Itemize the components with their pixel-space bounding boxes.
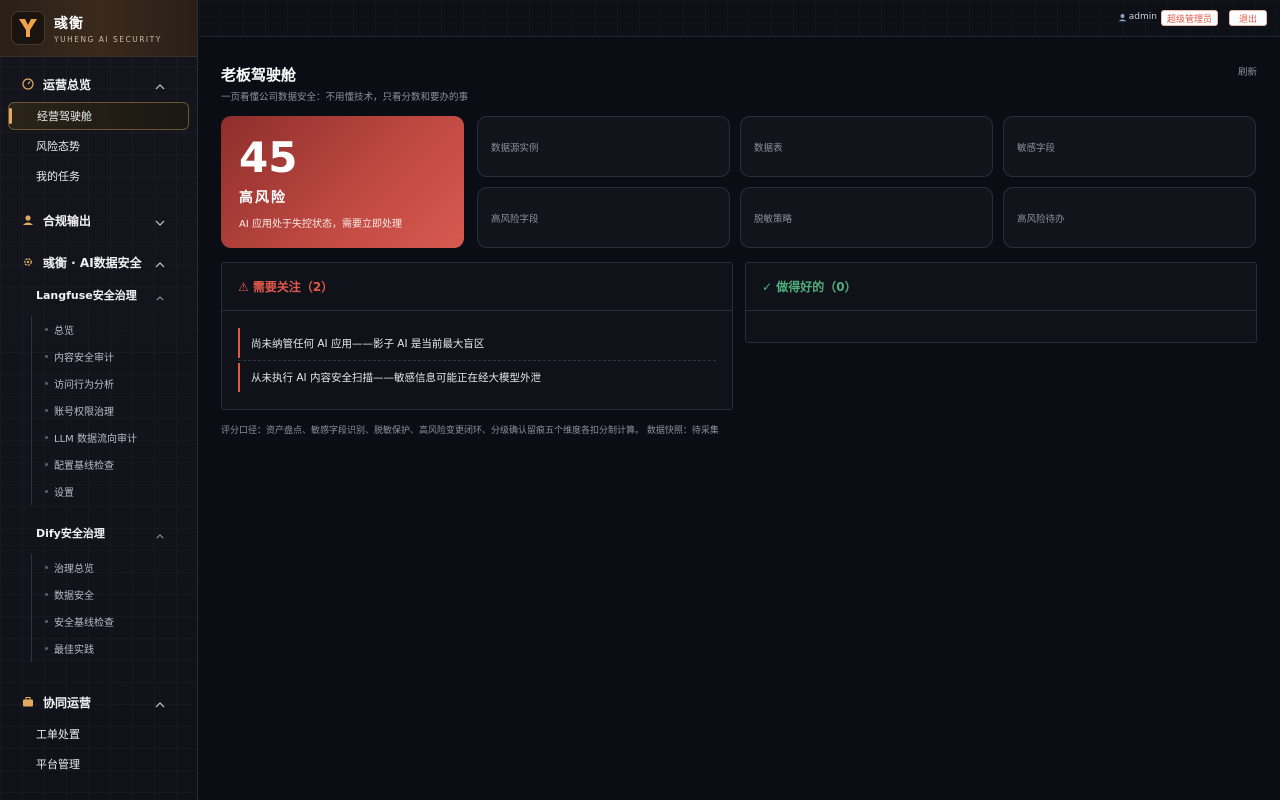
user-icon [1118, 13, 1127, 22]
sidebar: 彧衡 YUHENG AI SECURITY 运营总览 经营驾驶舱 风险态势 我的… [0, 0, 198, 800]
topbar: admin 超级管理员 退出 [199, 0, 1280, 37]
nav-group-label: 合规输出 [43, 213, 92, 228]
risk-level: 高风险 [239, 190, 287, 206]
logout-button[interactable]: 退出 [1229, 10, 1267, 26]
sidebar-item-dify-best-practice[interactable]: 最佳实践 [32, 635, 197, 662]
dify-menu: 治理总览 数据安全 安全基线检查 最佳实践 [31, 554, 197, 662]
attention-title: ⚠ 需要关注（2） [222, 263, 732, 311]
brand-name: 彧衡 [54, 15, 84, 32]
sidebar-item-platform-admin[interactable]: 平台管理 [8, 750, 189, 778]
nav-group-label: 运营总览 [43, 77, 92, 92]
user-icon [22, 214, 34, 226]
sidebar-item-dify-data-security[interactable]: 数据安全 [32, 581, 197, 608]
attention-item[interactable]: 尚未纳管任何 AI 应用——影子 AI 是当前最大盲区 [238, 326, 716, 360]
nav-subgroup-label: Langfuse安全治理 [36, 289, 137, 302]
risk-score-card: 45 高风险 AI 应用处于失控状态，需要立即处理 [221, 116, 464, 248]
nav-group-overview[interactable]: 运营总览 [0, 66, 197, 102]
attention-panel: ⚠ 需要关注（2） 尚未纳管任何 AI 应用——影子 AI 是当前最大盲区 从未… [221, 262, 733, 410]
gauge-icon [22, 78, 34, 90]
chevron-up-icon[interactable] [156, 529, 164, 542]
role-badge: 超级管理员 [1160, 10, 1218, 26]
chevron-up-icon[interactable] [156, 291, 164, 304]
brand-header[interactable]: 彧衡 YUHENG AI SECURITY [0, 0, 197, 57]
attention-item[interactable]: 从未执行 AI 内容安全扫描——敏感信息可能正在经大模型外泄 [238, 360, 716, 394]
chevron-up-icon[interactable] [155, 257, 165, 271]
stat-card-high-risk-fields[interactable]: 高风险字段 [477, 187, 730, 248]
sidebar-item-langfuse-settings[interactable]: 设置 [32, 478, 197, 505]
sidebar-item-tickets[interactable]: 工单处置 [8, 720, 189, 748]
nav-group-label: 协同运营 [43, 695, 92, 710]
user-info[interactable]: admin [1118, 12, 1157, 22]
good-practices-title: ✓ 做得好的（0） [746, 263, 1256, 311]
stat-card-tables[interactable]: 数据表 [740, 116, 993, 177]
chevron-down-icon[interactable] [155, 215, 165, 229]
nav-subgroup-dify[interactable]: Dify安全治理 [0, 518, 197, 548]
sidebar-item-content-audit[interactable]: 内容安全审计 [32, 343, 197, 370]
stat-card-data-source[interactable]: 数据源实例 [477, 116, 730, 177]
nav-group-compliance[interactable]: 合规输出 [0, 202, 197, 238]
risk-score: 45 [239, 133, 298, 182]
sidebar-item-dashboard[interactable]: 经营驾驶舱 [8, 102, 189, 130]
page-subtitle: 一页看懂公司数据安全：不用懂技术，只看分数和要办的事 [221, 92, 469, 103]
nav-group-label: 彧衡 · AI数据安全 [43, 255, 142, 270]
username: admin [1128, 12, 1157, 22]
stat-card-high-risk-todos[interactable]: 高风险待办 [1003, 187, 1256, 248]
nav-subgroup-label: Dify安全治理 [36, 527, 105, 540]
risk-description: AI 应用处于失控状态，需要立即处理 [239, 219, 402, 230]
stat-card-sensitive-fields[interactable]: 敏感字段 [1003, 116, 1256, 177]
sidebar-item-risk-posture[interactable]: 风险态势 [8, 132, 189, 160]
sidebar-item-account-permissions[interactable]: 账号权限治理 [32, 397, 197, 424]
stat-card-masking-policies[interactable]: 脱敏策略 [740, 187, 993, 248]
sidebar-item-access-analysis[interactable]: 访问行为分析 [32, 370, 197, 397]
nav-group-ai-data-security[interactable]: 彧衡 · AI数据安全 [0, 244, 197, 280]
chevron-up-icon[interactable] [155, 79, 165, 93]
sidebar-item-config-baseline[interactable]: 配置基线检查 [32, 451, 197, 478]
scoring-footnote: 评分口径：资产盘点、敏感字段识别、脱敏保护、高风险变更闭环、分级确认留痕五个维度… [221, 426, 719, 436]
nav-group-collaboration[interactable]: 协同运营 [0, 684, 197, 720]
good-practices-panel: ✓ 做得好的（0） [745, 262, 1257, 343]
briefcase-icon [22, 696, 34, 708]
chevron-up-icon[interactable] [155, 697, 165, 711]
brand-logo-icon [12, 12, 44, 44]
sidebar-item-my-tasks[interactable]: 我的任务 [8, 162, 189, 190]
sidebar-item-langfuse-overview[interactable]: 总览 [32, 316, 197, 343]
sidebar-item-dify-overview[interactable]: 治理总览 [32, 554, 197, 581]
langfuse-menu: 总览 内容安全审计 访问行为分析 账号权限治理 LLM 数据流向审计 配置基线检… [31, 316, 197, 505]
page-title: 老板驾驶舱 [221, 66, 297, 84]
sidebar-item-llm-data-flow[interactable]: LLM 数据流向审计 [32, 424, 197, 451]
refresh-button[interactable]: 刷新 [1238, 64, 1257, 78]
nav-subgroup-langfuse[interactable]: Langfuse安全治理 [0, 280, 197, 310]
brand-subtitle: YUHENG AI SECURITY [54, 34, 162, 44]
sidebar-item-dify-baseline[interactable]: 安全基线检查 [32, 608, 197, 635]
gear-icon [22, 256, 34, 268]
